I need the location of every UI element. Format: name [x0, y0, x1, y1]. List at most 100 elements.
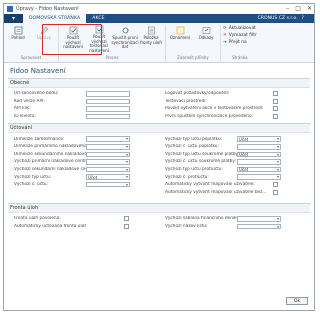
field-private-account-no: Výchozí č. účtu soukromé platby: [165, 158, 306, 166]
section-header-job-queue[interactable]: Fronta úloh [8, 204, 310, 214]
footer: Ok [286, 297, 308, 305]
tab-home[interactable]: DOMOVSKÁ STRÁNKA [23, 14, 87, 23]
journal-template-select[interactable] [237, 216, 281, 222]
view-button[interactable]: Pohled [6, 25, 30, 52]
company-name[interactable]: CRONUS CZ s.r.o. ? [258, 14, 314, 23]
field-journal-template: Výchozí šablona finančního deníku: [165, 215, 306, 223]
default-account-type-select[interactable]: Účet [86, 174, 130, 180]
links-button[interactable]: Odkazy [194, 25, 218, 52]
view-icon [13, 25, 23, 35]
group-label-manage: Spravovat [20, 55, 42, 60]
group-attachments: Oznámení Odkazy Zobrazit přílohy [166, 25, 221, 61]
secondary-cost-dimension-select[interactable] [86, 151, 130, 158]
auto-user-mapping-checkbox[interactable] [273, 182, 278, 188]
batch-name-select[interactable] [237, 223, 281, 230]
field-auto-user-mapping: Automaticky vytvořit mapování uživatele: [165, 181, 306, 189]
field-api-key: API klíč: [14, 105, 155, 113]
section-job-queue: Fronta úloh Fronta úloh povolena: Automa… [8, 203, 310, 233]
field-job-queue-enabled: Fronta úloh povolena: [14, 215, 155, 223]
ok-button[interactable]: Ok [286, 297, 308, 305]
allow-test-actions-checkbox[interactable] [273, 106, 278, 112]
section-header-general[interactable]: Obecné [8, 79, 310, 88]
default-primary-cost-select[interactable] [86, 159, 130, 165]
go-to-icon: ➜ [223, 40, 227, 45]
ribbon: Pohled Úpravy Spravovat Použít výchozí n… [4, 23, 314, 63]
window-title: Úpravy - Fidoo Nastavení [16, 6, 79, 12]
field-default-primary-cost: Výchozí primární nákladové centrum: [14, 158, 155, 166]
clear-filter-button[interactable]: ✕ Vymazat filtr [223, 33, 257, 38]
section-general: Obecné Url koncového bodu: Kód verze API… [8, 78, 310, 123]
maximize-icon[interactable]: □ [295, 5, 301, 12]
group-label-page: Stránka [232, 55, 248, 60]
group-label-attachments: Zobrazit přílohy [177, 55, 209, 60]
job-queue-icon [146, 25, 156, 35]
private-account-type-select[interactable]: Účet [237, 151, 281, 158]
job-queue-entry-button[interactable]: Položka fronty úloh [139, 25, 163, 52]
window-controls: – □ ✕ [286, 5, 312, 12]
test-environment-checkbox[interactable] [273, 98, 278, 104]
field-bal-account-type: Výchozí typ účtu protiúčtu: Účet [165, 166, 306, 174]
field-fee-account-no: Výchozí č. účtu poplatku: [165, 143, 306, 151]
go-to-button[interactable]: ➜ Přejít na [223, 40, 257, 45]
notes-button[interactable]: Oznámení [168, 25, 192, 52]
field-auto-posted-job-queue: Automaticky účtovaná fronta úloh: [14, 223, 155, 231]
auto-posted-job-queue-checkbox[interactable] [124, 224, 129, 230]
page-content: Fidoo Nastavení Obecné Url koncového bod… [8, 66, 310, 310]
field-primary-cost-dimension: Dimenze primárního nákladového centr... [14, 143, 155, 151]
fee-account-no-select[interactable] [237, 144, 281, 150]
api-version-input[interactable] [86, 98, 130, 105]
field-client-id: ID klienta: [14, 113, 155, 121]
log-requests-checkbox[interactable] [273, 91, 278, 97]
field-test-environment: Testovací prostředí: [165, 98, 306, 106]
field-auto-user-mapping-without: Automaticky vytvořit mapování uživatele … [165, 189, 306, 197]
highlight-box [42, 24, 102, 55]
clear-filter-icon: ✕ [223, 33, 227, 38]
primary-cost-dimension-select[interactable] [86, 144, 130, 150]
field-api-version: Kód verze API: [14, 98, 155, 106]
field-bal-account-no: Výchozí č. protiúčtu: [165, 173, 306, 181]
client-id-input[interactable] [86, 113, 130, 120]
field-secondary-cost-dimension: Dimenze sekundárního nákladového ce... [14, 151, 155, 159]
field-log-requests: Logovat požadavky/odpovědi: [165, 90, 306, 98]
endpoint-url-input[interactable] [86, 91, 130, 97]
job-queue-enabled-checkbox[interactable] [124, 216, 129, 222]
field-fee-account-type: Výchozí typ účtu poplatku: Účet [165, 135, 306, 143]
field-default-secondary-cost: Výchozí sekundární nákladové centrum: [14, 166, 155, 174]
link-icon [201, 25, 211, 35]
employee-dimension-select[interactable] [86, 136, 130, 142]
first-sync-done-checkbox[interactable] [273, 114, 278, 120]
auto-user-mapping-without-checkbox[interactable] [273, 189, 278, 195]
group-label-process: Proces [105, 55, 119, 60]
run-first-sync-button[interactable]: Spustit první synchronizaci dat [111, 25, 139, 52]
tab-actions[interactable]: AKCE [86, 14, 110, 23]
help-icon[interactable]: ? [302, 16, 304, 21]
section-header-posting[interactable]: Účtování [8, 124, 310, 134]
field-batch-name: Výchozí název listu: [165, 223, 306, 231]
refresh-icon: ⟳ [223, 26, 227, 31]
refresh-button[interactable]: ⟳ Aktualizovat [223, 26, 257, 31]
sync-icon [120, 25, 130, 35]
bal-account-no-select[interactable] [237, 174, 281, 180]
bal-account-type-select[interactable]: Účet [237, 166, 281, 173]
default-secondary-cost-select[interactable] [86, 166, 130, 173]
fee-account-type-select[interactable]: Účet [237, 136, 281, 142]
page-title: Fidoo Nastavení [10, 67, 66, 75]
field-default-account-type: Výchozí typ účtu: Účet [14, 173, 155, 181]
field-employee-dimension: Dimenze zaměstnance: [14, 135, 155, 143]
title-bar: Úpravy - Fidoo Nastavení – □ ✕ [4, 4, 314, 14]
default-account-no-select[interactable] [86, 181, 130, 188]
field-endpoint-url: Url koncového bodu: [14, 90, 155, 98]
file-menu-button[interactable]: ▾ [4, 14, 23, 23]
setup-window: Úpravy - Fidoo Nastavení – □ ✕ ▾ DOMOVSK… [3, 3, 315, 311]
field-default-account-no: Výchozí č. účtu: [14, 181, 155, 189]
private-account-no-select[interactable] [237, 159, 281, 165]
notes-icon [175, 25, 185, 35]
minimize-icon[interactable]: – [286, 5, 289, 12]
app-icon [7, 6, 13, 12]
section-posting: Účtování Dimenze zaměstnance: Dimenze pr… [8, 123, 310, 199]
ribbon-tabs: ▾ DOMOVSKÁ STRÁNKA AKCE CRONUS CZ s.r.o.… [4, 14, 314, 23]
field-private-account-type: Výchozí typ účtu soukromé platby: Účet [165, 151, 306, 159]
close-icon[interactable]: ✕ [307, 5, 312, 12]
group-page: ⟳ Aktualizovat ✕ Vymazat filtr ➜ Přejít na … [221, 25, 259, 61]
api-key-input[interactable] [86, 106, 130, 112]
